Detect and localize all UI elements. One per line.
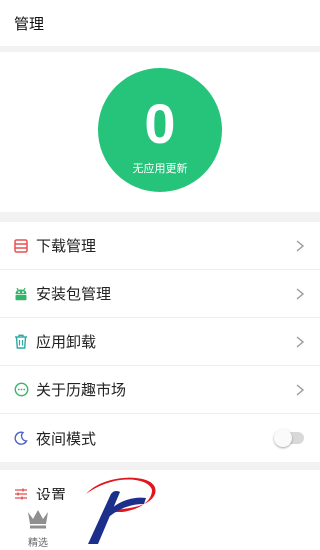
- menu-item-uninstall[interactable]: 应用卸载: [0, 318, 320, 366]
- tab-featured[interactable]: 精选: [0, 500, 76, 550]
- chat-bubble-icon: [13, 382, 29, 398]
- menu-item-label: 夜间模式: [36, 429, 97, 448]
- menu-item-label: 设置: [36, 485, 67, 504]
- trash-icon: [13, 334, 29, 350]
- app-header: 管理: [0, 0, 320, 46]
- chevron-right-icon: [296, 287, 305, 300]
- menu-item-label: 安装包管理: [36, 285, 112, 303]
- manage-menu: 下载管理 安装包管理 应用卸载 关于历趣市场 夜间模式: [0, 222, 320, 462]
- list-icon: [13, 238, 29, 254]
- chevron-right-icon: [296, 239, 305, 252]
- android-icon: [13, 286, 29, 302]
- page-title: 管理: [14, 14, 45, 33]
- brand-logo: [86, 477, 156, 544]
- menu-item-label: 下载管理: [36, 237, 97, 255]
- menu-item-download-manager[interactable]: 下载管理: [0, 222, 320, 270]
- menu-item-night-mode[interactable]: 夜间模式: [0, 414, 320, 462]
- chevron-right-icon: [296, 383, 305, 396]
- tab-label: 精选: [28, 538, 48, 549]
- menu-item-package-manager[interactable]: 安装包管理: [0, 270, 320, 318]
- chevron-right-icon: [296, 335, 305, 348]
- update-count-circle[interactable]: 0 无应用更新: [98, 68, 222, 192]
- menu-item-label: 关于历趣市场: [36, 381, 127, 399]
- night-mode-toggle[interactable]: [274, 429, 304, 447]
- crown-icon: [28, 510, 48, 529]
- update-panel: 0 无应用更新: [0, 52, 320, 212]
- update-caption: 无应用更新: [132, 162, 188, 175]
- moon-icon: [13, 430, 29, 446]
- toggle-knob: [274, 429, 292, 447]
- update-count: 0: [144, 92, 176, 155]
- menu-item-about[interactable]: 关于历趣市场: [0, 366, 320, 414]
- menu-item-label: 应用卸载: [36, 333, 97, 351]
